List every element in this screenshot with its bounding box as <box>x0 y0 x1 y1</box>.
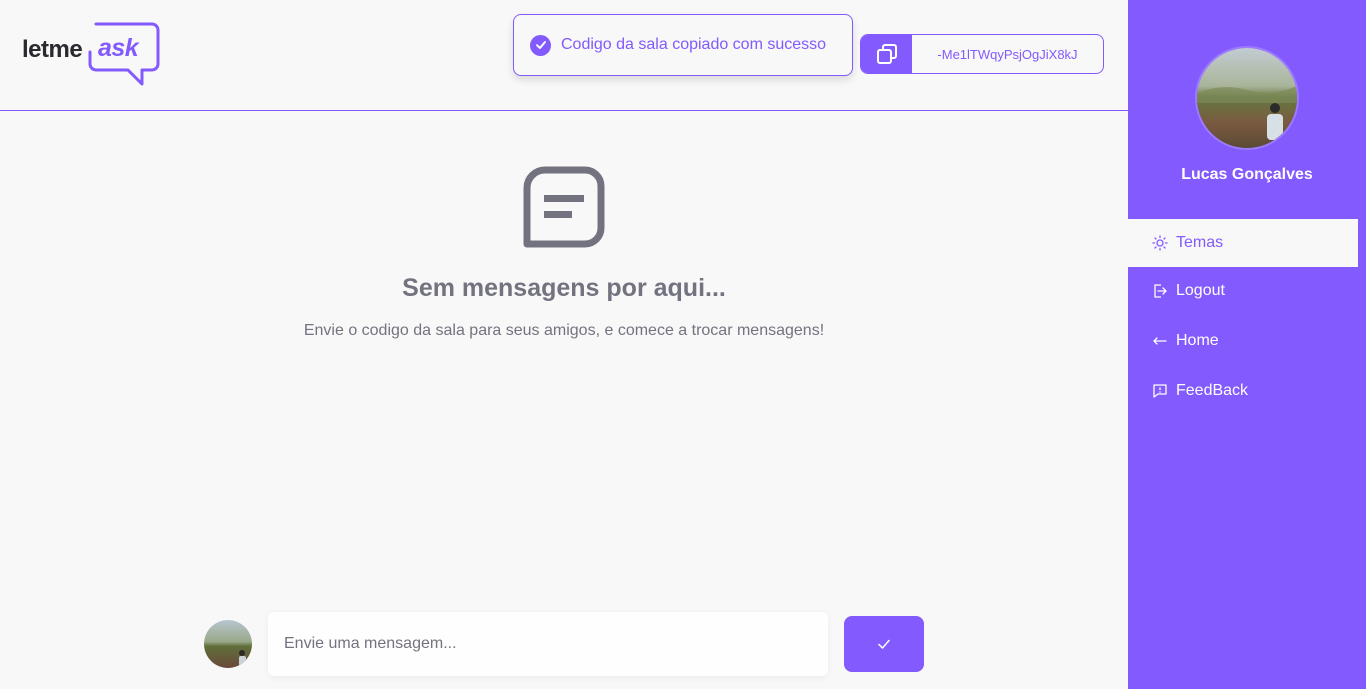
sidebar-item-label: Home <box>1176 332 1219 349</box>
message-square-icon <box>523 166 605 248</box>
arrow-back-icon <box>1152 333 1168 349</box>
composer-avatar <box>204 620 252 668</box>
room-code-button[interactable]: -Me1lTWqyPsjOgJiX8kJ <box>860 34 1104 74</box>
profile-avatar <box>1195 46 1299 150</box>
toast-message: Codigo da sala copiado com sucesso <box>561 36 827 53</box>
logo-text-ask: ask <box>98 34 139 62</box>
empty-state-title: Sem mensagens por aqui... <box>402 274 726 302</box>
sun-icon <box>1152 235 1168 251</box>
check-circle-icon <box>530 34 551 56</box>
send-button[interactable] <box>844 616 924 672</box>
copy-icon[interactable] <box>861 35 912 73</box>
logout-icon <box>1152 283 1168 299</box>
sidebar-item-home[interactable]: Home <box>1128 317 1358 365</box>
toast-notification: Codigo da sala copiado com sucesso <box>513 14 853 76</box>
logo-text-letme: letme <box>22 36 83 63</box>
message-input[interactable] <box>268 612 828 676</box>
sidebar-item-logout[interactable]: Logout <box>1128 267 1358 315</box>
sidebar-item-temas[interactable]: Temas <box>1128 219 1358 267</box>
feedback-icon <box>1152 383 1168 399</box>
check-icon <box>878 639 890 649</box>
profile-name: Lucas Gonçalves <box>1181 166 1313 183</box>
sidebar-item-feedback[interactable]: FeedBack <box>1128 367 1358 415</box>
empty-state-subtitle: Envie o codigo da sala para seus amigos,… <box>303 322 825 339</box>
sidebar-item-label: FeedBack <box>1176 382 1249 399</box>
room-code-value: -Me1lTWqyPsjOgJiX8kJ <box>937 46 1078 62</box>
sidebar: Lucas Gonçalves Temas Logout Home FeedBa… <box>1128 0 1366 689</box>
sidebar-item-label: Temas <box>1176 234 1224 251</box>
logo[interactable]: letme ask <box>22 22 162 86</box>
empty-state: Sem mensagens por aqui... Envie o codigo… <box>0 111 1128 351</box>
header: letme ask Codigo da sala copiado com suc… <box>0 0 1128 111</box>
sidebar-item-label: Logout <box>1176 282 1225 299</box>
